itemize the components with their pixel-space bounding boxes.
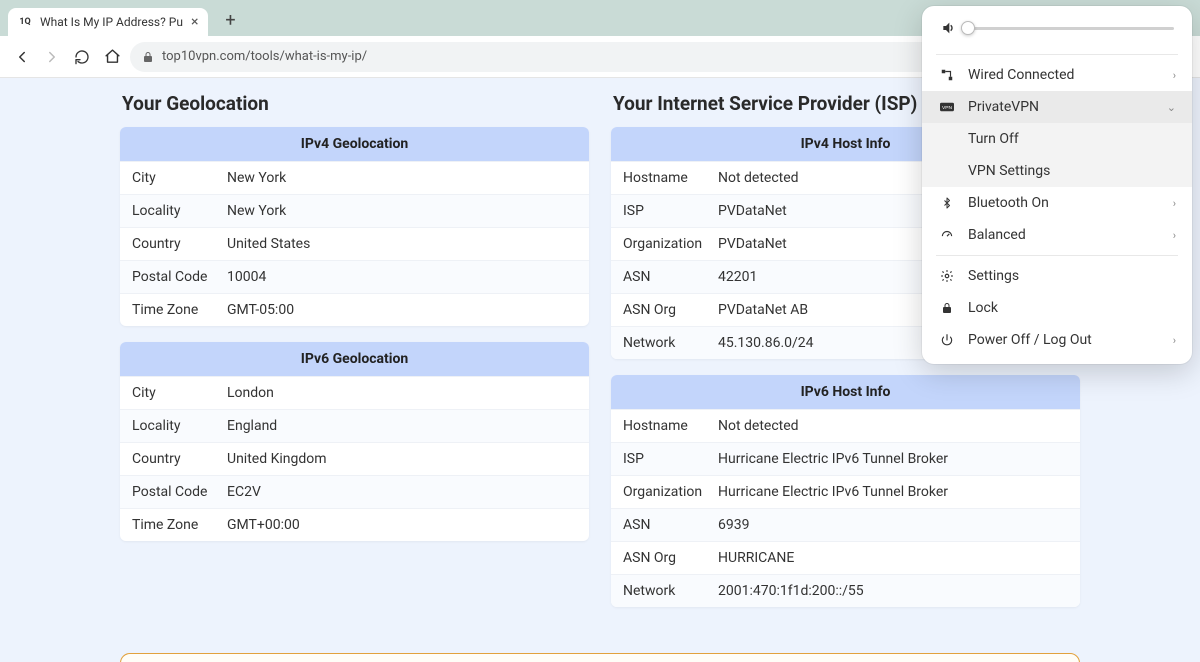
chevron-right-icon: › bbox=[1173, 69, 1176, 82]
close-tab-icon[interactable]: × bbox=[191, 14, 198, 30]
table-row: CityLondon bbox=[120, 376, 589, 409]
table-row: ASN OrgHURRICANE bbox=[611, 541, 1080, 574]
favicon-icon: 1Q bbox=[18, 15, 32, 29]
table-row: Postal Code10004 bbox=[120, 260, 589, 293]
table-row: CountryUnited Kingdom bbox=[120, 442, 589, 475]
ipv6-host-card: IPv6 Host Info HostnameNot detected ISPH… bbox=[611, 375, 1080, 607]
tab-title: What Is My IP Address? Pu bbox=[40, 15, 183, 29]
table-row: Time ZoneGMT+00:00 bbox=[120, 508, 589, 541]
gear-icon bbox=[938, 269, 956, 283]
reload-button[interactable] bbox=[70, 45, 94, 69]
menu-vpn-turn-off[interactable]: Turn Off bbox=[922, 123, 1192, 155]
chevron-down-icon: ⌄ bbox=[1167, 101, 1176, 114]
back-button[interactable] bbox=[10, 45, 34, 69]
table-row: OrganizationHurricane Electric IPv6 Tunn… bbox=[611, 475, 1080, 508]
separator bbox=[936, 54, 1178, 55]
system-status-menu: Wired Connected › VPN PrivateVPN ⌄ Turn … bbox=[922, 6, 1192, 364]
svg-text:VPN: VPN bbox=[942, 105, 953, 111]
menu-wired[interactable]: Wired Connected › bbox=[922, 59, 1192, 91]
lock-icon bbox=[938, 301, 956, 315]
table-row: LocalityEngland bbox=[120, 409, 589, 442]
volume-slider[interactable] bbox=[968, 27, 1174, 30]
table-row: Network2001:470:1f1d:200::/55 bbox=[611, 574, 1080, 607]
chevron-right-icon: › bbox=[1173, 229, 1176, 242]
table-row: ISPHurricane Electric IPv6 Tunnel Broker bbox=[611, 442, 1080, 475]
table-row: Time ZoneGMT-05:00 bbox=[120, 293, 589, 326]
wired-icon bbox=[938, 68, 956, 82]
forward-button[interactable] bbox=[40, 45, 64, 69]
home-button[interactable] bbox=[100, 45, 124, 69]
table-row: CountryUnited States bbox=[120, 227, 589, 260]
bluetooth-icon bbox=[938, 195, 956, 211]
new-tab-button[interactable]: + bbox=[216, 6, 244, 34]
lock-icon bbox=[142, 51, 154, 63]
vpn-icon: VPN bbox=[938, 102, 956, 112]
volume-thumb[interactable] bbox=[961, 21, 975, 35]
menu-lock[interactable]: Lock bbox=[922, 292, 1192, 324]
table-row: HostnameNot detected bbox=[611, 409, 1080, 442]
volume-icon bbox=[940, 20, 956, 36]
table-row: ASN6939 bbox=[611, 508, 1080, 541]
menu-vpn-settings[interactable]: VPN Settings bbox=[922, 155, 1192, 187]
gauge-icon bbox=[938, 228, 956, 242]
separator bbox=[936, 255, 1178, 256]
menu-settings[interactable]: Settings bbox=[922, 260, 1192, 292]
chevron-right-icon: › bbox=[1173, 197, 1176, 210]
card-title: IPv6 Geolocation bbox=[120, 342, 589, 376]
ipv6-geo-card: IPv6 Geolocation CityLondon LocalityEngl… bbox=[120, 342, 589, 541]
vpn-notice: If you are using a VPN and seeing notice… bbox=[120, 653, 1080, 662]
card-title: IPv4 Geolocation bbox=[120, 127, 589, 161]
url-text: top10vpn.com/tools/what-is-my-ip/ bbox=[162, 49, 367, 64]
menu-bluetooth[interactable]: Bluetooth On › bbox=[922, 187, 1192, 219]
table-row: LocalityNew York bbox=[120, 194, 589, 227]
table-row: Postal CodeEC2V bbox=[120, 475, 589, 508]
volume-slider-row bbox=[922, 14, 1192, 50]
power-icon bbox=[938, 333, 956, 347]
card-title: IPv6 Host Info bbox=[611, 375, 1080, 409]
menu-power-off[interactable]: Power Off / Log Out › bbox=[922, 324, 1192, 356]
table-row: CityNew York bbox=[120, 161, 589, 194]
menu-power-mode[interactable]: Balanced › bbox=[922, 219, 1192, 251]
chevron-right-icon: › bbox=[1173, 334, 1176, 347]
browser-tab[interactable]: 1Q What Is My IP Address? Pu × bbox=[8, 8, 208, 36]
menu-vpn[interactable]: VPN PrivateVPN ⌄ bbox=[922, 91, 1192, 123]
ipv4-geo-card: IPv4 Geolocation CityNew York LocalityNe… bbox=[120, 127, 589, 326]
geolocation-heading: Your Geolocation bbox=[122, 92, 589, 115]
